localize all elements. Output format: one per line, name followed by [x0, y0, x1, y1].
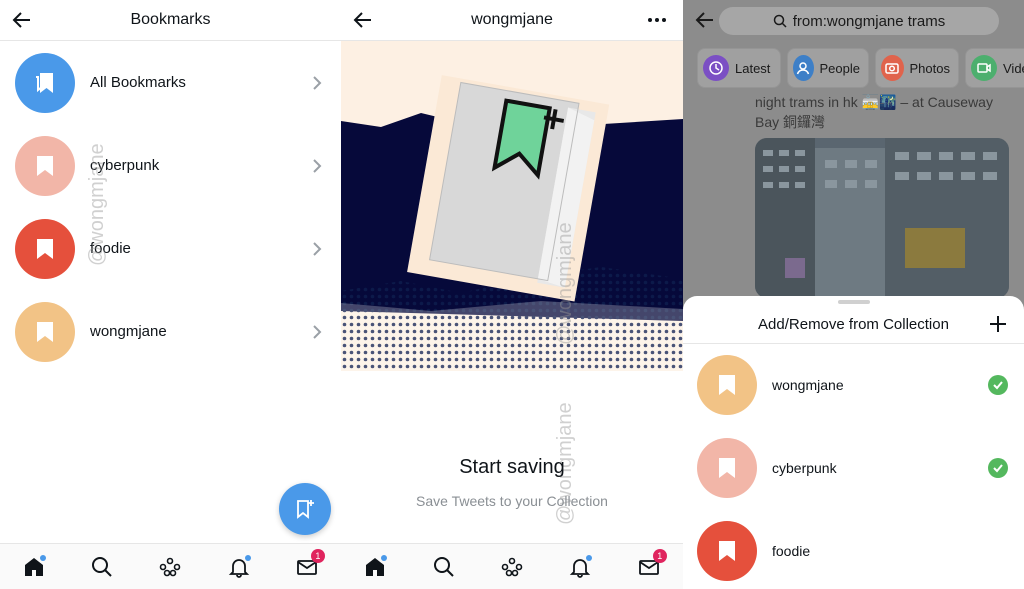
notification-dot [586, 554, 593, 561]
chip-videos[interactable]: Vide [965, 48, 1024, 88]
notification-dot [244, 554, 251, 561]
bookmark-item-cyberpunk[interactable]: cyberpunk [0, 124, 341, 207]
chip-latest[interactable]: Latest [697, 48, 781, 88]
spaces-icon [501, 557, 523, 576]
chip-label: Latest [735, 60, 771, 76]
nav-home[interactable] [20, 553, 48, 581]
spaces-icon [160, 557, 181, 576]
back-arrow-icon[interactable] [693, 8, 717, 32]
bookmark-icon [697, 521, 757, 581]
checkmark-icon [988, 375, 1008, 395]
page-title: wongmjane [471, 11, 553, 28]
tweet-photo[interactable] [755, 138, 1009, 298]
messages-badge: 1 [652, 548, 667, 563]
nav-search[interactable] [88, 553, 116, 581]
nav-spaces[interactable] [498, 553, 526, 581]
tweet-line: night trams in hk 🚋🌃 – at Causeway [755, 94, 993, 110]
chevron-right-icon [313, 75, 322, 90]
back-arrow-icon[interactable] [10, 8, 34, 32]
chip-label: People [819, 60, 860, 76]
collection-item-cyberpunk[interactable]: cyberpunk [683, 427, 1024, 510]
search-icon [92, 556, 112, 577]
chevron-right-icon [313, 241, 322, 256]
collection-item-label: cyberpunk [772, 460, 837, 476]
nav-spaces[interactable] [156, 553, 184, 581]
bookmark-icon [15, 218, 75, 279]
chip-people[interactable]: People [787, 48, 869, 88]
search-icon [433, 556, 454, 577]
collection-item-wongmjane[interactable]: wongmjane [683, 344, 1024, 427]
nav-messages[interactable]: 1 [635, 548, 667, 581]
add-bookmark-button[interactable] [279, 483, 331, 535]
messages-badge: 1 [310, 548, 325, 563]
empty-state-title: Start saving [459, 456, 565, 478]
more-options-icon[interactable] [645, 8, 669, 32]
collection-panel: wongmjane @wongmjane @wongmjane Start sa… [341, 0, 683, 589]
camera-icon [881, 55, 904, 81]
bookmark-icon [697, 438, 757, 498]
search-icon [773, 14, 787, 28]
chip-label: Photos [909, 60, 950, 76]
collection-item-label: foodie [772, 543, 811, 559]
search-query: from:wongmjane trams [792, 12, 946, 30]
person-icon [793, 55, 814, 81]
watermark: @wongmjane [86, 143, 108, 266]
checkmark-icon [988, 458, 1008, 478]
top-bar: Bookmarks [0, 0, 341, 41]
plus-icon[interactable] [988, 314, 1008, 334]
bookmark-icon [15, 301, 75, 362]
empty-state-subtitle: Save Tweets to your Collection [416, 493, 608, 509]
search-input[interactable]: from:wongmjane trams [719, 7, 999, 35]
bookmark-item-all[interactable]: All Bookmarks [0, 41, 341, 124]
nav-home[interactable] [361, 553, 389, 581]
bookmark-item-wongmjane[interactable]: wongmjane [0, 290, 341, 373]
collection-item-label: wongmjane [772, 377, 844, 393]
nav-messages[interactable]: 1 [293, 548, 325, 581]
tweet-line: Bay 銅鑼灣 [755, 114, 826, 130]
collection-bottom-sheet: Add/Remove from Collection wongmjane cyb… [683, 296, 1024, 589]
chevron-right-icon [313, 158, 322, 173]
chevron-right-icon [313, 324, 322, 339]
bookmark-item-label: wongmjane [90, 323, 167, 340]
bookmark-item-label: All Bookmarks [90, 74, 186, 91]
chip-photos[interactable]: Photos [875, 48, 959, 88]
bottom-nav: 1 [0, 543, 341, 589]
nav-notifications[interactable] [225, 553, 253, 581]
search-bar: from:wongmjane trams [683, 0, 1024, 40]
nav-search[interactable] [430, 553, 458, 581]
bookmark-icon [15, 135, 75, 196]
back-arrow-icon[interactable] [351, 8, 375, 32]
empty-collection-illustration [341, 41, 683, 371]
notification-dot [40, 554, 47, 561]
bookmarks-panel: Bookmarks All Bookmarks cyberpunk foodie… [0, 0, 341, 589]
nav-notifications[interactable] [566, 553, 594, 581]
clock-icon [703, 55, 729, 81]
filter-chips: Latest People Photos Vide [683, 48, 1024, 90]
sheet-title: Add/Remove from Collection [758, 316, 949, 333]
bookmark-item-foodie[interactable]: foodie [0, 207, 341, 290]
search-panel: from:wongmjane trams Latest People Photo… [683, 0, 1024, 589]
sheet-handle[interactable] [838, 300, 870, 304]
notification-dot [381, 554, 388, 561]
video-icon [971, 55, 997, 81]
watermark: @wongmjane [554, 222, 576, 345]
bottom-nav: 1 [341, 543, 683, 589]
collection-item-foodie[interactable]: foodie [683, 510, 1024, 589]
top-bar: wongmjane [341, 0, 683, 41]
bookmark-icon [697, 355, 757, 415]
add-bookmark-icon [297, 500, 314, 519]
page-title: Bookmarks [130, 11, 211, 28]
tweet-text: night trams in hk 🚋🌃 – at Causeway Bay 銅… [755, 92, 993, 132]
chip-label: Vide [1003, 60, 1024, 76]
bookmark-collection-icon [15, 52, 75, 113]
